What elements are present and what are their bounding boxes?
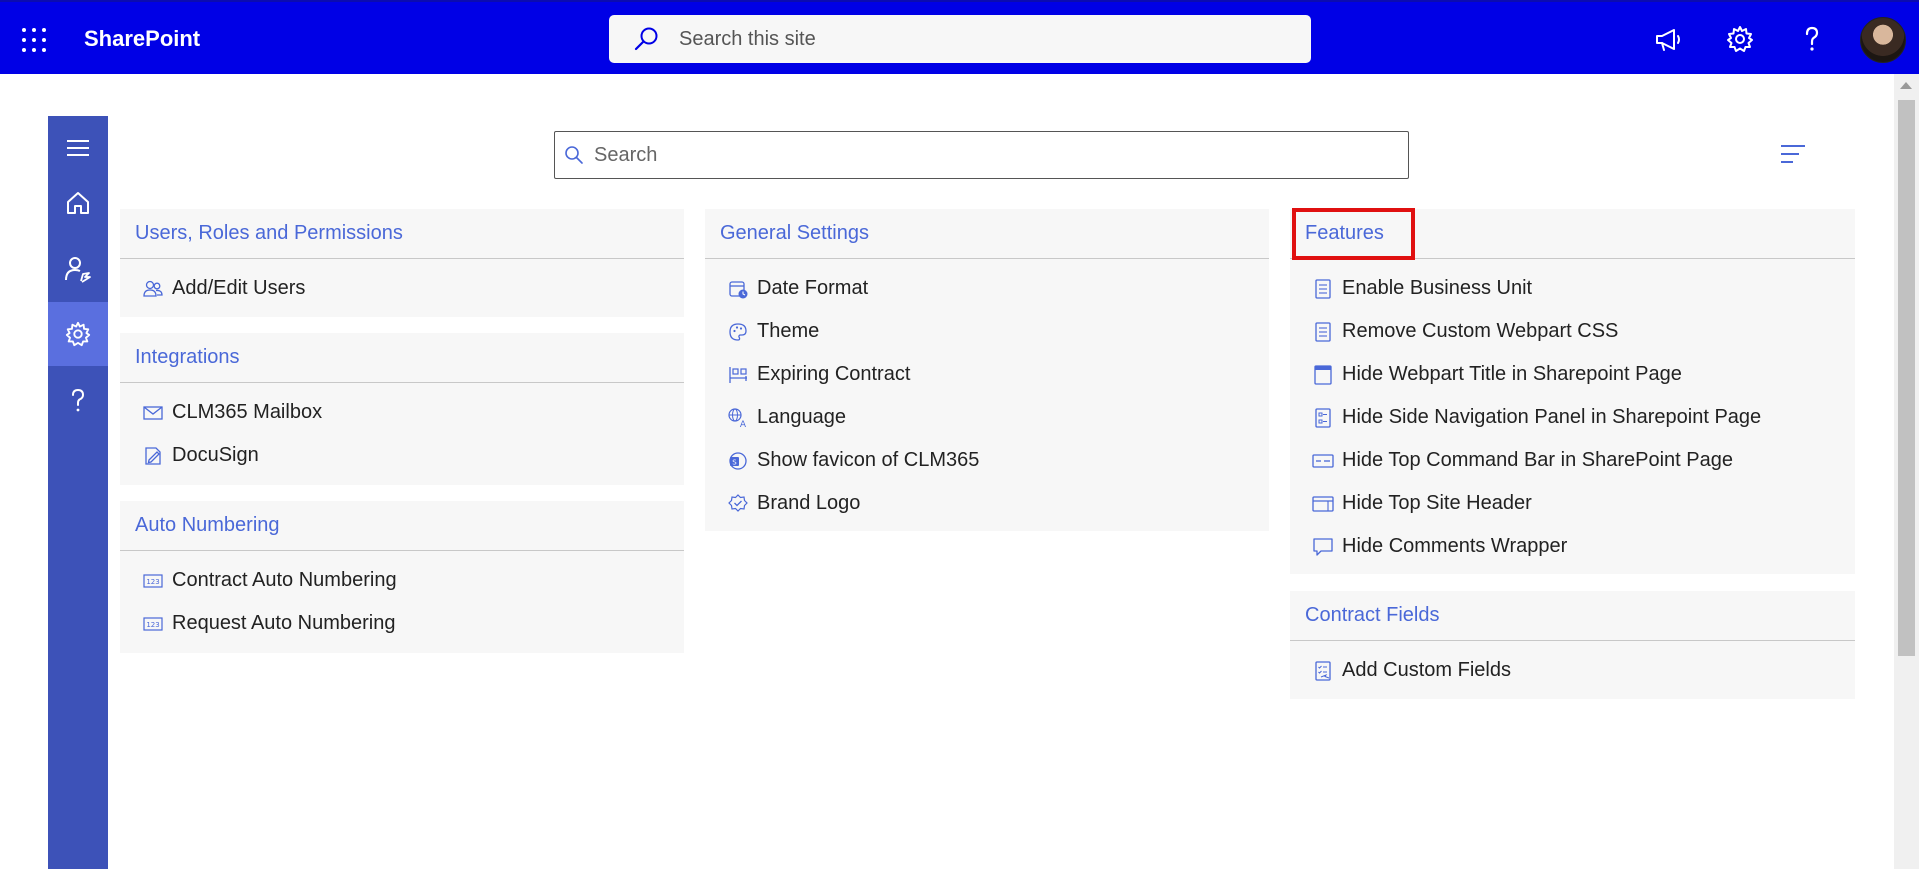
list-item-label: Date Format: [757, 277, 869, 299]
megaphone-icon[interactable]: [1653, 24, 1683, 54]
list-item-label: Theme: [757, 320, 820, 342]
list-item-expiring-contract[interactable]: Expiring Contract: [705, 353, 1269, 396]
gear-icon[interactable]: [48, 302, 108, 366]
scroll-up-arrow-icon[interactable]: [1900, 82, 1912, 89]
list-item-label: CLM365 Mailbox: [172, 401, 323, 423]
users-roles-card: Users, Roles and Permissions Add/Edit Us…: [120, 209, 684, 317]
auto-numbering-card: Auto Numbering 123 Contract Auto Numberi…: [120, 501, 684, 653]
list-item-label: Hide Top Command Bar in SharePoint Page: [1342, 449, 1733, 471]
site-search-input[interactable]: [679, 27, 1279, 51]
favicon-icon: S: [729, 451, 747, 470]
gear-icon[interactable]: [1725, 24, 1755, 54]
list-item-docusign[interactable]: DocuSign: [120, 434, 684, 477]
list-item-label: Brand Logo: [757, 492, 861, 514]
globe-translate-icon: A: [728, 407, 747, 429]
list-item-hide-side-navigation[interactable]: Hide Side Navigation Panel in Sharepoint…: [1290, 396, 1855, 439]
home-icon[interactable]: [48, 171, 108, 235]
comment-icon: [1313, 537, 1333, 556]
user-settings-icon[interactable]: [48, 237, 108, 301]
palette-icon: [729, 322, 747, 341]
list-item-label: Remove Custom Webpart CSS: [1342, 320, 1619, 342]
general-settings-card: General Settings Date Format Theme Expir…: [705, 209, 1269, 531]
list-item-label: Hide Comments Wrapper: [1342, 535, 1568, 557]
list-item-request-auto-numbering[interactable]: 123 Request Auto Numbering: [120, 602, 684, 645]
avatar[interactable]: [1860, 17, 1906, 63]
command-bar-icon: [1312, 453, 1334, 468]
list-item-label: Expiring Contract: [757, 363, 911, 385]
document-icon: [1315, 278, 1331, 299]
list-item-label: Add Custom Fields: [1342, 659, 1511, 681]
list-item-label: Hide Webpart Title in Sharepoint Page: [1342, 363, 1682, 385]
svg-text:A: A: [740, 420, 747, 429]
search-icon: [634, 27, 658, 51]
webpart-icon: [1314, 364, 1332, 385]
section-title: Auto Numbering: [120, 501, 684, 551]
settings-search-input[interactable]: [594, 143, 1374, 167]
mail-icon: [143, 405, 163, 420]
list-item-hide-top-site-header[interactable]: Hide Top Site Header: [1290, 482, 1855, 525]
list-item-language[interactable]: A Language: [705, 396, 1269, 439]
vertical-scrollbar[interactable]: [1894, 74, 1919, 869]
checklist-icon: [1315, 660, 1331, 681]
search-icon: [565, 146, 583, 164]
settings-search-box[interactable]: [554, 131, 1409, 179]
list-item-remove-custom-webpart-css[interactable]: Remove Custom Webpart CSS: [1290, 310, 1855, 353]
scroll-thumb[interactable]: [1898, 100, 1915, 656]
list-item-hide-comments-wrapper[interactable]: Hide Comments Wrapper: [1290, 525, 1855, 568]
svg-text:S: S: [732, 458, 737, 466]
left-rail: [48, 116, 108, 869]
timeline-icon: [729, 366, 747, 383]
section-title: Features: [1290, 209, 1855, 259]
list-item-label: DocuSign: [172, 444, 259, 466]
list-item-label: Enable Business Unit: [1342, 277, 1533, 299]
calendar-clock-icon: [729, 280, 748, 298]
badge-icon: [728, 493, 748, 512]
help-icon[interactable]: [1797, 24, 1827, 54]
svg-text:123: 123: [146, 621, 159, 629]
list-item-date-format[interactable]: Date Format: [705, 267, 1269, 310]
users-icon: [143, 280, 163, 297]
site-header-icon: [1312, 495, 1334, 512]
list-item-label: Language: [757, 406, 846, 428]
list-item-label: Show favicon of CLM365: [757, 449, 980, 471]
section-title: Contract Fields: [1290, 591, 1855, 641]
list-item-label: Add/Edit Users: [172, 277, 306, 299]
side-nav-icon: [1315, 407, 1331, 428]
integrations-card: Integrations CLM365 Mailbox DocuSign: [120, 333, 684, 485]
list-item-show-favicon[interactable]: S Show favicon of CLM365: [705, 439, 1269, 482]
list-item-label: Hide Side Navigation Panel in Sharepoint…: [1342, 406, 1762, 428]
brand-title[interactable]: SharePoint: [84, 26, 200, 52]
list-item-contract-auto-numbering[interactable]: 123 Contract Auto Numbering: [120, 559, 684, 602]
list-item-hide-webpart-title[interactable]: Hide Webpart Title in Sharepoint Page: [1290, 353, 1855, 396]
list-item-theme[interactable]: Theme: [705, 310, 1269, 353]
svg-text:123: 123: [146, 578, 159, 586]
number-icon: 123: [143, 616, 163, 631]
suite-bar: SharePoint: [0, 0, 1919, 74]
features-card: Features Enable Business Unit Remove Cus…: [1290, 209, 1855, 574]
section-title: General Settings: [705, 209, 1269, 259]
sign-icon: [145, 446, 161, 465]
list-item-hide-top-command-bar[interactable]: Hide Top Command Bar in SharePoint Page: [1290, 439, 1855, 482]
list-item-label: Contract Auto Numbering: [172, 569, 397, 591]
app-launcher-icon[interactable]: [20, 26, 48, 54]
list-item-add-custom-fields[interactable]: Add Custom Fields: [1290, 649, 1855, 692]
view-options-icon[interactable]: [1779, 143, 1807, 165]
list-item-clm365-mailbox[interactable]: CLM365 Mailbox: [120, 391, 684, 434]
help-icon[interactable]: [48, 368, 108, 432]
section-title: Users, Roles and Permissions: [120, 209, 684, 259]
document-icon: [1315, 321, 1331, 342]
site-search-box[interactable]: [609, 15, 1311, 63]
section-title: Integrations: [120, 333, 684, 383]
number-icon: 123: [143, 573, 163, 588]
list-item-label: Request Auto Numbering: [172, 612, 396, 634]
list-item-add-edit-users[interactable]: Add/Edit Users: [120, 267, 684, 310]
list-item-enable-business-unit[interactable]: Enable Business Unit: [1290, 267, 1855, 310]
list-item-label: Hide Top Site Header: [1342, 492, 1532, 514]
contract-fields-card: Contract Fields Add Custom Fields: [1290, 591, 1855, 699]
list-item-brand-logo[interactable]: Brand Logo: [705, 482, 1269, 525]
